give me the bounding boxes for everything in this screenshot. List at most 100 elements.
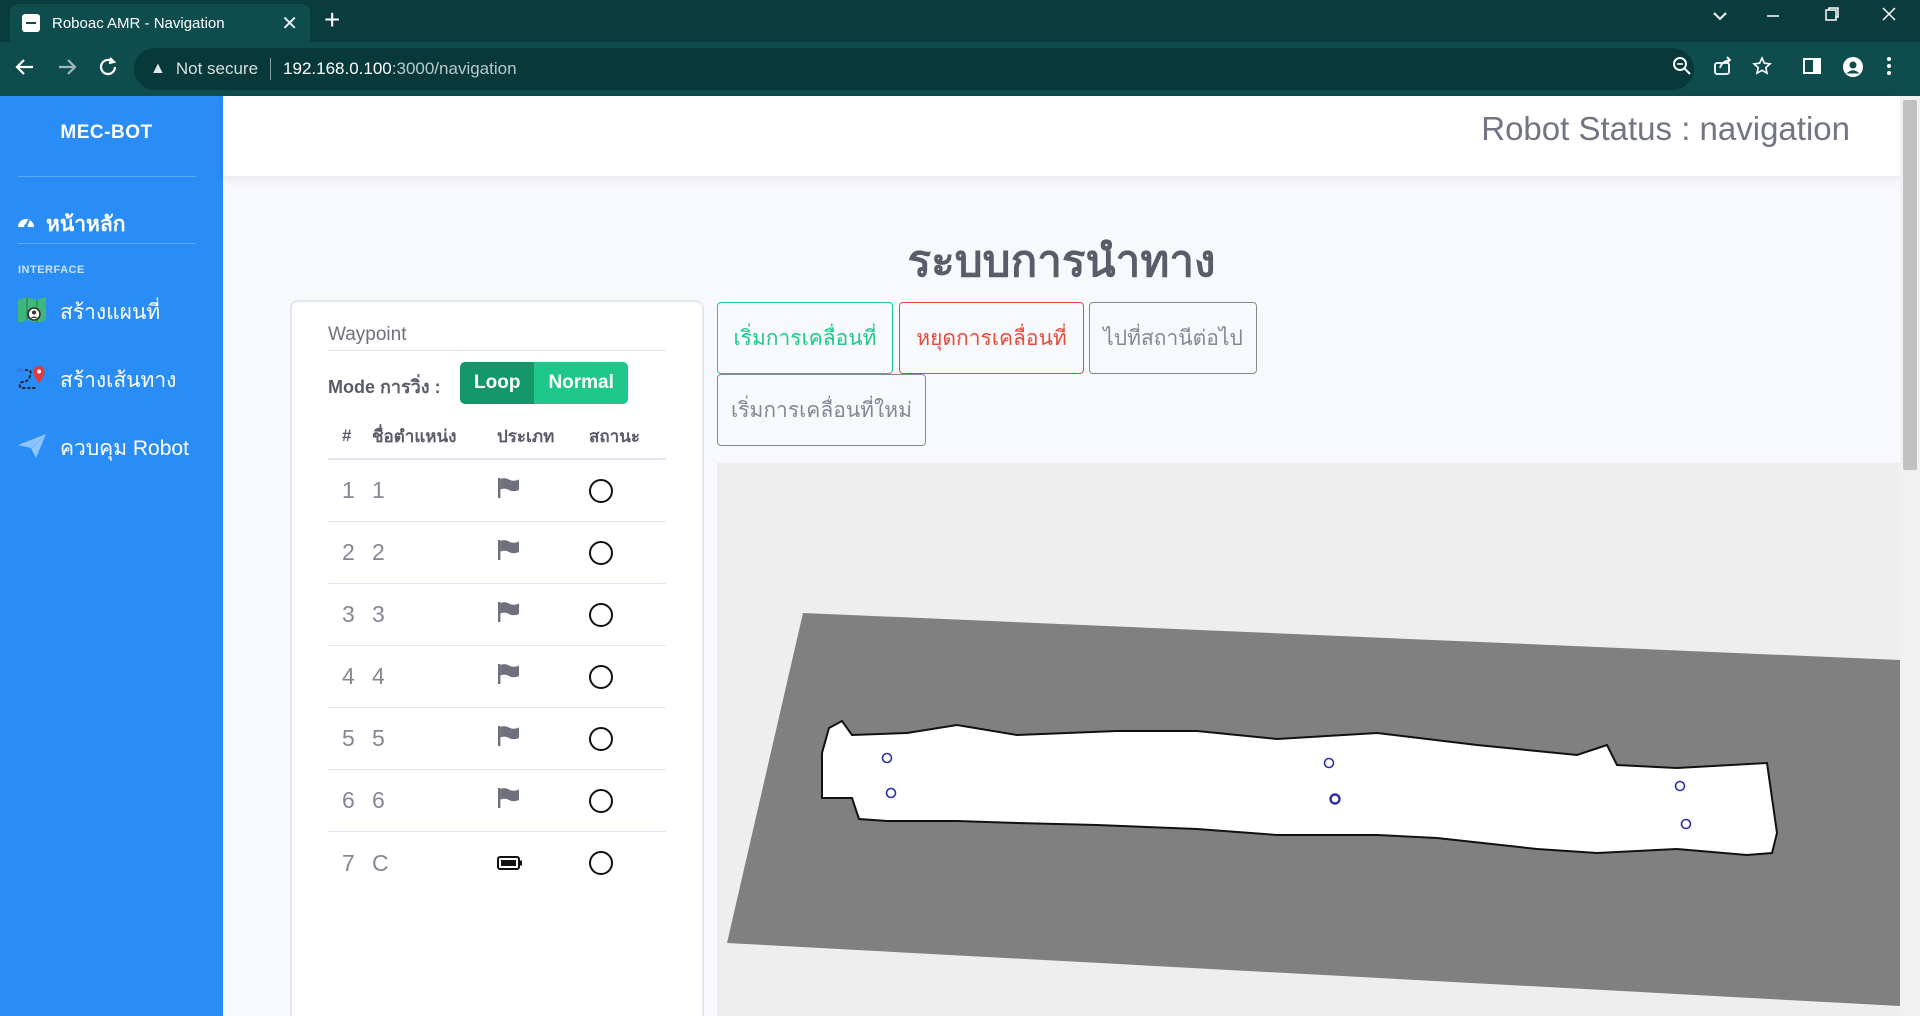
sidebar-heading: INTERFACE [18, 264, 85, 276]
share-icon[interactable] [1713, 56, 1733, 82]
flag-icon [495, 601, 585, 629]
profile-icon[interactable] [1842, 56, 1864, 84]
next-station-button[interactable]: ไปที่สถานีต่อไป [1089, 302, 1257, 374]
sidebar-item-label: ควบคุม Robot [60, 437, 189, 460]
navigation-map[interactable] [717, 463, 1900, 1016]
map-canvas[interactable] [717, 463, 1900, 1016]
waypoint-status [585, 478, 665, 503]
waypoint-name: 6 [372, 787, 385, 813]
address-bar: ▲ Not secure 192.168.0.100:3000/navigati… [0, 42, 1920, 96]
sidebar-divider [18, 243, 196, 244]
status-circle-icon[interactable] [589, 602, 613, 627]
mode-label: Mode การวิ่ง : [328, 377, 441, 397]
column-header-name: ชื่อตำแหน่ง [372, 426, 457, 446]
sidebar: MEC-BOT หน้าหลัก INTERFACE สร้างแผนที่ ส… [0, 96, 223, 1016]
close-tab-icon[interactable]: ✕ [281, 11, 298, 36]
flag-icon [495, 663, 585, 691]
waypoint-status [585, 788, 665, 813]
table-row: 55 [328, 708, 666, 770]
reload-icon[interactable] [97, 56, 119, 83]
paper-plane-icon [16, 430, 48, 467]
tab-search-icon[interactable] [1712, 6, 1728, 27]
topbar: Robot Status : navigation [223, 96, 1900, 176]
waypoint-number: 3 [342, 601, 355, 627]
sidebar-item-label: สร้างแผนที่ [60, 301, 161, 324]
waypoint-status [585, 726, 665, 751]
close-window-icon[interactable] [1881, 6, 1897, 27]
brand-title[interactable]: MEC-BOT [0, 122, 213, 144]
tab-title: Roboac AMR - Navigation [52, 14, 225, 32]
security-label[interactable]: Not secure [176, 59, 258, 79]
sidebar-item-create-route[interactable]: สร้างเส้นทาง [16, 362, 176, 399]
browser-tab-strip: Roboac AMR - Navigation ✕ + [0, 0, 1920, 42]
url-bar[interactable]: ▲ Not secure 192.168.0.100:3000/navigati… [134, 48, 1694, 90]
waypoint-number: 2 [342, 539, 355, 565]
table-row: 22 [328, 522, 666, 584]
sidebar-item-control-robot[interactable]: ควบคุม Robot [16, 430, 189, 467]
new-tab-icon[interactable]: + [324, 6, 340, 34]
flag-icon [495, 787, 585, 815]
browser-tab[interactable]: Roboac AMR - Navigation ✕ [10, 4, 310, 42]
map-icon [16, 294, 48, 331]
waypoint-number: 5 [342, 725, 355, 751]
waypoint-name: 3 [372, 601, 385, 627]
waypoint-number: 4 [342, 663, 355, 689]
waypoint-name: 2 [372, 539, 385, 565]
status-circle-icon[interactable] [589, 788, 613, 813]
favicon-icon [22, 14, 40, 32]
waypoint-number: 6 [342, 787, 355, 813]
waypoint-name: C [372, 849, 389, 876]
restart-moving-button[interactable]: เริ่มการเคลื่อนที่ใหม่ [717, 374, 926, 446]
warning-icon[interactable]: ▲ [150, 60, 166, 78]
minimize-icon[interactable] [1765, 6, 1781, 27]
stop-moving-button[interactable]: หยุดการเคลื่อนที่ [899, 302, 1084, 374]
table-row: 11 [328, 460, 666, 522]
waypoint-status [585, 851, 665, 875]
scrollbar-thumb[interactable] [1903, 100, 1917, 470]
sidepanel-icon[interactable] [1802, 56, 1822, 82]
table-row: 33 [328, 584, 666, 646]
sidebar-item-create-map[interactable]: สร้างแผนที่ [16, 294, 160, 331]
table-body: 1122334455667C [328, 460, 666, 894]
url-host[interactable]: 192.168.0.100 [283, 59, 392, 79]
url-separator [270, 58, 272, 80]
waypoint-card-title: Waypoint [328, 324, 666, 351]
waypoint-status [585, 664, 665, 689]
restore-icon[interactable] [1824, 6, 1840, 27]
table-row: 7C [328, 832, 666, 894]
flag-icon [495, 477, 585, 505]
status-circle-icon[interactable] [589, 540, 613, 565]
column-header-status: สถานะ [589, 426, 640, 446]
waypoint-number: 1 [342, 477, 355, 503]
waypoint-name: 1 [372, 477, 385, 503]
status-circle-icon[interactable] [589, 851, 613, 875]
waypoint-status [585, 540, 665, 565]
back-icon[interactable] [14, 56, 36, 83]
sidebar-item-label: สร้างเส้นทาง [60, 369, 177, 392]
column-header-type: ประเภท [497, 426, 555, 446]
star-icon[interactable] [1752, 56, 1772, 82]
mode-toggle: Loop Normal [460, 362, 628, 404]
waypoint-number: 7 [342, 849, 355, 876]
start-moving-button[interactable]: เริ่มการเคลื่อนที่ [717, 302, 893, 374]
page-title: ระบบการนำทาง [907, 237, 1216, 286]
robot-status: Robot Status : navigation [1481, 110, 1850, 147]
status-circle-icon[interactable] [589, 478, 613, 503]
route-icon [16, 362, 48, 399]
menu-icon[interactable] [1886, 56, 1892, 82]
waypoint-table: # ชื่อตำแหน่ง ประเภท สถานะ 1122334455667… [328, 414, 666, 894]
url-path[interactable]: :3000/navigation [392, 59, 517, 79]
forward-icon[interactable] [56, 56, 78, 83]
waypoint-status [585, 602, 665, 627]
flag-icon [495, 725, 585, 753]
zoom-icon[interactable] [1672, 56, 1692, 82]
waypoint-name: 4 [372, 663, 385, 689]
mode-normal-button[interactable]: Normal [534, 362, 628, 404]
status-circle-icon[interactable] [589, 726, 613, 751]
dashboard-icon [16, 212, 36, 237]
mode-loop-button[interactable]: Loop [460, 362, 535, 404]
sidebar-divider [18, 176, 196, 177]
sidebar-item-home[interactable]: หน้าหลัก [16, 208, 125, 241]
battery-icon [495, 850, 585, 877]
status-circle-icon[interactable] [589, 664, 613, 689]
